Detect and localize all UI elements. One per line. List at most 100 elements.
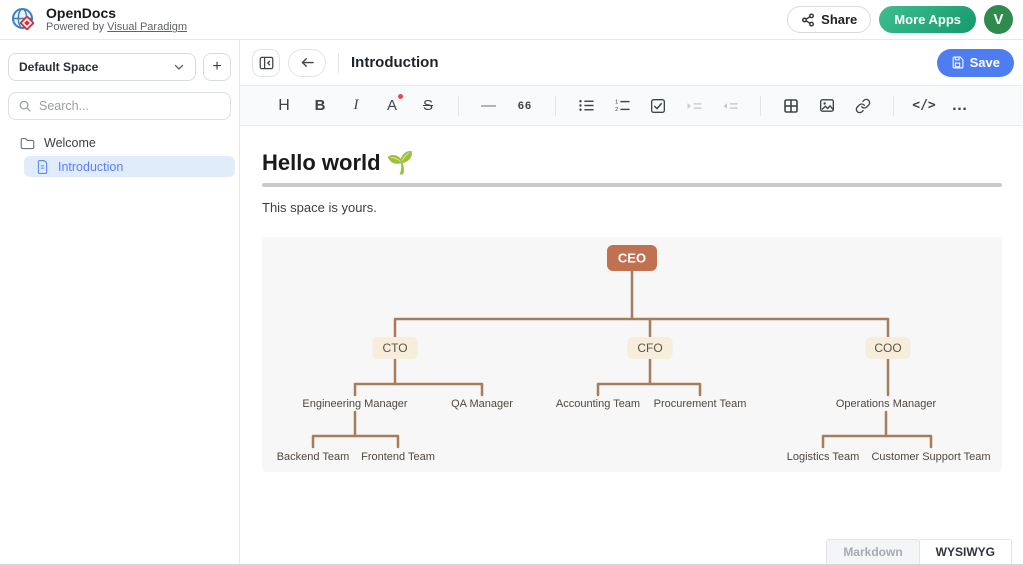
strikethrough-button[interactable]: S [410, 86, 446, 126]
org-node-cto-label: CTO [382, 341, 407, 355]
document-title: Introduction [351, 54, 438, 71]
color-dot [398, 94, 403, 99]
sidebar-toggle-icon [259, 56, 274, 70]
share-icon [801, 13, 815, 27]
toggle-sidebar-button[interactable] [252, 49, 280, 77]
folder-icon [20, 137, 35, 150]
org-node-qa-mgr-label: QA Manager [451, 398, 513, 410]
more-options-button[interactable]: … [942, 86, 978, 126]
tab-wysiwyg[interactable]: WYSIWYG [919, 539, 1012, 564]
opendocs-logo-icon [10, 6, 38, 34]
org-node-ops-mgr-label: Operations Manager [836, 398, 937, 410]
search-box[interactable] [8, 92, 231, 120]
chevron-down-icon [173, 61, 185, 73]
tree-item-welcome[interactable]: Welcome [0, 133, 239, 153]
bold-button[interactable]: B [302, 86, 338, 126]
code-block-button[interactable]: </> [906, 86, 942, 126]
blockquote-button[interactable]: 66 [507, 86, 543, 126]
divider [338, 53, 339, 73]
org-node-procurement-label: Procurement Team [654, 398, 747, 410]
font-color-glyph: A [387, 97, 397, 114]
opendocs-window: OpenDocs Powered by Visual Paradigm Shar… [0, 0, 1024, 565]
save-label: Save [970, 55, 1000, 70]
save-button[interactable]: Save [937, 49, 1014, 77]
divider [555, 96, 556, 116]
tab-markdown[interactable]: Markdown [826, 539, 919, 564]
space-selector-value: Default Space [19, 60, 98, 74]
save-icon [951, 56, 964, 69]
italic-button[interactable]: I [338, 86, 374, 126]
tree-item-introduction[interactable]: Introduction [24, 156, 235, 177]
document-titlebar: Introduction Save [240, 40, 1024, 86]
org-connector [823, 436, 931, 447]
org-node-logistics-label: Logistics Team [787, 451, 860, 463]
divider [760, 96, 761, 116]
editor-mode-tabs: Markdown WYSIWYG [826, 539, 1012, 564]
main-panel: Introduction Save H B I A S [240, 40, 1024, 564]
org-chart[interactable]: CEO CTO CFO COO Engineering Manager QA M… [262, 237, 1002, 472]
font-color-button[interactable]: A [374, 86, 410, 126]
org-node-support-label: Customer Support Team [871, 451, 990, 463]
org-connector [395, 319, 888, 337]
numbered-list-icon: 1 2 [614, 98, 631, 113]
org-node-eng-mgr-label: Engineering Manager [302, 398, 408, 410]
divider [893, 96, 894, 116]
outdent-button[interactable] [712, 86, 748, 126]
link-icon [855, 98, 871, 114]
org-node-backend-label: Backend Team [277, 451, 350, 463]
heading-rule [262, 183, 1002, 187]
space-selector[interactable]: Default Space [8, 53, 196, 81]
tree-item-label: Introduction [58, 160, 123, 174]
user-avatar[interactable]: V [984, 5, 1013, 34]
org-connector [598, 384, 700, 395]
horizontal-rule-button[interactable]: — [471, 86, 507, 126]
app-name: OpenDocs [46, 6, 187, 21]
document-heading: Hello world 🌱 [262, 150, 1002, 176]
org-node-cfo-label: CFO [637, 341, 662, 355]
search-icon [18, 99, 32, 113]
divider [458, 96, 459, 116]
space-row: Default Space + [0, 53, 239, 81]
editor-content[interactable]: Hello world 🌱 This space is yours. [240, 126, 1024, 564]
add-page-button[interactable]: + [203, 53, 231, 81]
image-button[interactable] [809, 86, 845, 126]
svg-text:1: 1 [615, 99, 618, 105]
sidebar: Default Space + W [0, 40, 240, 564]
formatting-toolbar: H B I A S — 66 [240, 86, 1024, 126]
powered-by-prefix: Powered by [46, 21, 104, 33]
share-button[interactable]: Share [787, 6, 871, 33]
org-connector [355, 384, 482, 395]
visual-paradigm-link[interactable]: Visual Paradigm [107, 21, 187, 33]
table-icon [783, 98, 799, 114]
org-connector [313, 436, 398, 447]
org-node-ceo-label: CEO [618, 251, 646, 266]
document-icon [36, 160, 49, 174]
svg-text:2: 2 [615, 107, 618, 113]
image-icon [819, 98, 835, 113]
powered-by: Powered by Visual Paradigm [46, 21, 187, 33]
org-node-coo-label: COO [874, 341, 901, 355]
header-actions: Share More Apps V [787, 5, 1013, 34]
back-button[interactable] [288, 49, 326, 77]
task-list-button[interactable] [640, 86, 676, 126]
link-button[interactable] [845, 86, 881, 126]
indent-icon [686, 99, 703, 113]
more-apps-button[interactable]: More Apps [879, 6, 976, 33]
page-tree: Welcome Introduction [0, 133, 239, 177]
outdent-icon [722, 99, 739, 113]
org-node-frontend-label: Frontend Team [361, 451, 435, 463]
app-header: OpenDocs Powered by Visual Paradigm Shar… [0, 0, 1023, 40]
bullet-list-button[interactable] [568, 86, 604, 126]
back-arrow-icon [300, 56, 315, 69]
table-button[interactable] [773, 86, 809, 126]
document-paragraph: This space is yours. [262, 200, 1002, 215]
brand-text: OpenDocs Powered by Visual Paradigm [46, 6, 187, 33]
numbered-list-button[interactable]: 1 2 [604, 86, 640, 126]
search-input[interactable] [39, 99, 221, 113]
heading-button[interactable]: H [266, 86, 302, 126]
bullet-list-icon [578, 98, 595, 113]
share-label: Share [821, 12, 857, 27]
indent-button[interactable] [676, 86, 712, 126]
tree-item-label: Welcome [44, 136, 96, 150]
org-node-accounting-label: Accounting Team [556, 398, 640, 410]
